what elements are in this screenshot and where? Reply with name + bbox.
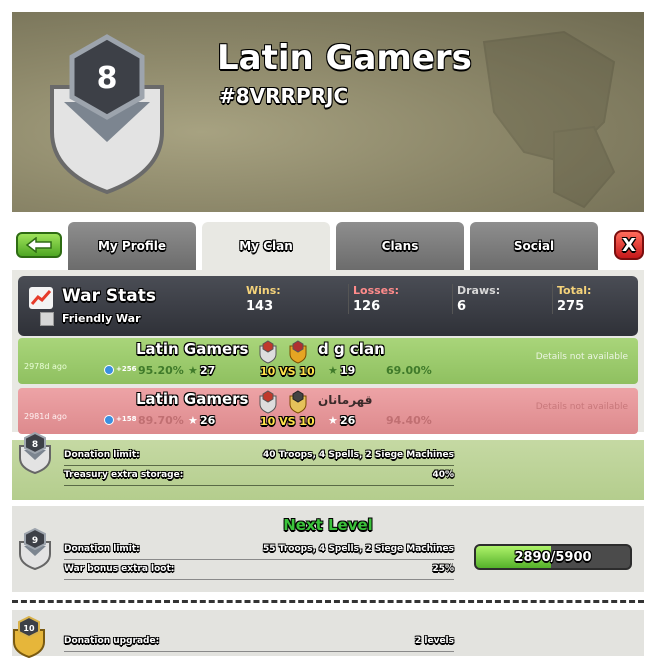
world-map-decoration (482, 30, 616, 209)
war-bonus-loot-value: 25% (432, 564, 454, 574)
donation-upgrade-value: 2 levels (415, 636, 454, 646)
opponent-clan-name: d g clan (318, 340, 385, 358)
star-icon: ★ (328, 364, 338, 377)
tab-bar: My Profile My Clan Clans Social X (12, 222, 644, 270)
level-9-number: 9 (32, 536, 38, 546)
next-donation-limit-row: Donation limit: 55 Troops, 4 Spells, 2 S… (64, 542, 454, 560)
friendly-war-checkbox[interactable] (40, 312, 54, 326)
star-icon: ★ (328, 414, 338, 427)
clan-name: Latin Gamers (217, 38, 472, 78)
own-clan-name: Latin Gamers (136, 340, 249, 358)
draws-stat: Draws: 6 (452, 284, 500, 314)
back-button[interactable] (16, 232, 62, 258)
draws-value: 6 (457, 299, 467, 314)
war-size: 10 VS 10 (260, 415, 315, 428)
clan-xp-progress-text: 2890/5900 (514, 550, 592, 565)
level-10-perks-panel: 10 Donation upgrade: 2 levels (12, 610, 644, 658)
level-8-number: 8 (32, 440, 38, 450)
own-stars: 26 (200, 414, 216, 427)
donation-upgrade-label: Donation upgrade: (64, 636, 160, 646)
clan-level-number: 8 (97, 61, 118, 96)
opponent-clan-name: قهرمانان (318, 393, 373, 407)
tab-my-clan[interactable]: My Clan (202, 222, 330, 270)
xp-icon (104, 365, 114, 375)
war-log-row[interactable]: 2978d ago Latin Gamers d g clan +256 95.… (18, 338, 638, 384)
tab-social[interactable]: Social (470, 222, 598, 270)
current-perks-panel: 8 Donation limit: 40 Troops, 4 Spells, 2… (12, 432, 644, 500)
donation-limit-value: 40 Troops, 4 Spells, 2 Siege Machines (263, 450, 454, 460)
next-donation-limit-label: Donation limit: (64, 544, 140, 554)
next-level-title: Next Level (283, 516, 373, 534)
wins-value: 143 (246, 299, 274, 314)
level-9-badge-icon: 9 (19, 528, 51, 570)
total-value: 275 (557, 299, 585, 314)
chart-icon (29, 287, 53, 309)
total-stat: Total: 275 (552, 284, 591, 314)
close-button[interactable]: X (614, 230, 644, 260)
treasury-storage-label: Treasury extra storage: (64, 470, 184, 480)
section-divider (12, 600, 644, 603)
opponent-badge-icon (289, 340, 307, 364)
own-clan-badge-icon (259, 340, 277, 364)
clan-header: 8 Latin Gamers #8VRRPRJC (12, 12, 644, 212)
draws-label: Draws: (457, 284, 501, 297)
xp-icon (104, 415, 114, 425)
war-age: 2981d ago (24, 412, 67, 421)
losses-value: 126 (353, 299, 381, 314)
losses-stat: Losses: 126 (348, 284, 399, 314)
war-size: 10 VS 10 (260, 365, 315, 378)
details-not-available: Details not available (535, 402, 628, 412)
details-not-available: Details not available (535, 352, 628, 362)
opponent-stars: 19 (340, 364, 356, 377)
war-bonus-loot-label: War bonus extra loot: (64, 564, 175, 574)
own-clan-badge-icon (259, 390, 277, 414)
opponent-badge-icon (289, 390, 307, 414)
treasury-storage-value: 40% (432, 470, 454, 480)
tab-my-profile[interactable]: My Profile (68, 222, 196, 270)
wins-stat: Wins: 143 (246, 284, 281, 314)
friendly-war-label: Friendly War (62, 312, 141, 325)
total-label: Total: (557, 284, 592, 297)
own-stars: 27 (200, 364, 216, 377)
wins-label: Wins: (246, 284, 281, 297)
level-8-badge-icon: 8 (19, 432, 51, 474)
opponent-stars: 26 (340, 414, 356, 427)
donation-limit-label: Donation limit: (64, 450, 140, 460)
tab-clans[interactable]: Clans (336, 222, 464, 270)
own-clan-name: Latin Gamers (136, 390, 249, 408)
own-destruction: 89.70% (138, 414, 184, 427)
war-xp: +158 (116, 415, 137, 423)
war-stats-bar: War Stats Friendly War Wins: 143 Losses:… (18, 276, 638, 336)
next-level-panel: Next Level 9 Donation limit: 55 Troops, … (12, 506, 644, 592)
opponent-destruction: 94.40% (386, 414, 432, 427)
arrow-left-icon (25, 237, 52, 253)
losses-label: Losses: (353, 284, 400, 297)
own-destruction: 95.20% (138, 364, 184, 377)
star-icon: ★ (188, 364, 198, 377)
war-age: 2978d ago (24, 362, 67, 371)
level-10-badge-icon: 10 (13, 616, 45, 658)
next-donation-limit-value: 55 Troops, 4 Spells, 2 Siege Machines (263, 544, 454, 554)
treasury-storage-row: Treasury extra storage: 40% (64, 468, 454, 486)
war-stats-title: War Stats (62, 286, 157, 306)
clan-tag: #8VRRPRJC (219, 84, 349, 108)
star-icon: ★ (188, 414, 198, 427)
level-10-number: 10 (23, 624, 35, 633)
war-stats-panel: War Stats Friendly War Wins: 143 Losses:… (12, 270, 644, 434)
clan-level-badge: 8 (50, 34, 164, 195)
war-bonus-loot-row: War bonus extra loot: 25% (64, 562, 454, 580)
donation-upgrade-row: Donation upgrade: 2 levels (64, 634, 454, 652)
war-log-row[interactable]: 2981d ago Latin Gamers قهرمانان +158 89.… (18, 388, 638, 434)
clan-xp-progress-bar: 2890/5900 (474, 544, 632, 570)
war-xp: +256 (116, 365, 137, 373)
donation-limit-row: Donation limit: 40 Troops, 4 Spells, 2 S… (64, 448, 454, 466)
opponent-destruction: 69.00% (386, 364, 432, 377)
